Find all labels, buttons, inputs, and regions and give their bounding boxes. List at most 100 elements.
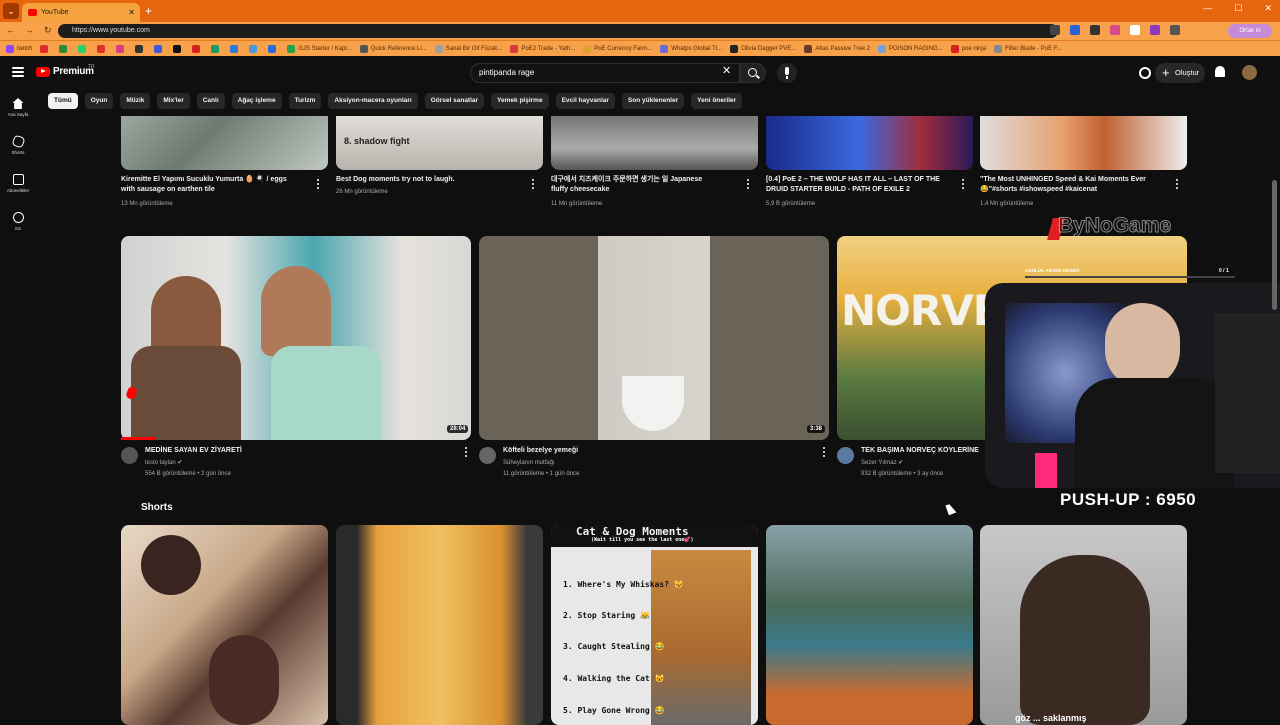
bookmark-item[interactable]: GJS Starter / Kapl... — [287, 44, 352, 53]
puzzle-icon[interactable] — [1170, 25, 1180, 35]
close-window-icon[interactable]: ✕ — [1264, 3, 1272, 14]
minimize-icon[interactable]: — — [1203, 3, 1212, 14]
channel-avatar[interactable] — [837, 447, 854, 464]
forward-icon[interactable]: → — [25, 25, 34, 36]
bookmark-item[interactable] — [211, 44, 222, 53]
bookmark-item[interactable]: POISON RAGING... — [878, 44, 943, 53]
filter-chip[interactable]: Ağaç işleme — [231, 93, 282, 109]
filter-chip[interactable]: Oyun — [84, 93, 114, 109]
channel-avatar[interactable] — [121, 447, 138, 464]
more-options-icon[interactable] — [532, 179, 535, 189]
video-title[interactable]: Kiremitte El Yapımı Sucuklu Yumurta 🥚 🍳 … — [121, 175, 311, 195]
more-options-icon[interactable] — [747, 179, 750, 189]
settings-icon[interactable] — [1139, 67, 1151, 79]
tab-search-button[interactable]: ⌄ — [3, 3, 19, 19]
more-options-icon[interactable] — [823, 447, 826, 457]
bookmark-item[interactable]: PoE Currency Farm... — [583, 44, 652, 53]
bookmark-item[interactable] — [268, 44, 279, 53]
video-thumbnail[interactable] — [479, 236, 829, 440]
video-title[interactable]: Köfteli bezelye yemeği — [503, 446, 803, 456]
video-title[interactable]: Best Dog moments try not to laugh. — [336, 175, 526, 185]
profile-button[interactable]: Ortak m — [1228, 24, 1272, 38]
create-button[interactable]: Oluştur — [1155, 63, 1205, 83]
filter-chip[interactable]: Mix'ler — [157, 93, 190, 109]
more-options-icon[interactable] — [465, 447, 468, 457]
video-title[interactable]: [0.4] PoE 2 – THE WOLF HAS IT ALL – LAST… — [766, 175, 961, 195]
bookmark-item[interactable]: Atlas Passive Tree 2 — [804, 44, 870, 53]
video-title[interactable]: TEK BAŞIMA NORVEÇ KÖYLERİNE — [861, 446, 986, 456]
bookmark-item[interactable] — [97, 44, 108, 53]
bookmark-item[interactable] — [59, 44, 70, 53]
video-thumbnail[interactable] — [121, 116, 328, 170]
more-options-icon[interactable] — [1176, 179, 1179, 189]
address-bar[interactable]: https://www.youtube.com — [58, 24, 1058, 38]
video-title[interactable]: 대구에서 치즈케이크 주문하면 생기는 일 Japanese fluffy che… — [551, 175, 741, 195]
bookmark-item[interactable]: twitch — [6, 44, 32, 53]
tab-close-icon[interactable]: ✕ — [128, 8, 135, 17]
bookmark-item[interactable]: Filter Blade - PoE F... — [994, 44, 1062, 53]
extension-icon[interactable] — [1090, 25, 1100, 35]
short-thumbnail[interactable]: Cat & Dog Moments (Wait till you see the… — [551, 525, 758, 725]
sidebar-item-shorts[interactable]: Shorts — [0, 134, 36, 155]
filter-chip[interactable]: Yemek pişirme — [491, 93, 549, 109]
bookmark-item[interactable] — [78, 44, 89, 53]
browser-tab-youtube[interactable]: YouTube ✕ — [22, 3, 140, 22]
bookmark-item[interactable] — [249, 44, 260, 53]
search-input[interactable]: pintipanda rage — [470, 63, 740, 83]
sidebar-item-subscriptions[interactable]: Abonelikler — [0, 174, 36, 193]
extension-icon[interactable] — [1110, 25, 1120, 35]
menu-icon[interactable] — [12, 67, 24, 77]
page-scrollbar[interactable] — [1272, 180, 1277, 310]
bookmark-item[interactable]: Whatps Global Tr... — [660, 44, 722, 53]
bookmark-item[interactable]: Sanal Bir Gif Füzak... — [434, 44, 502, 53]
filter-chip[interactable]: Evcil hayvanlar — [555, 93, 615, 109]
new-tab-button[interactable]: + — [145, 4, 152, 18]
notifications-icon[interactable] — [1215, 66, 1225, 77]
video-thumbnail[interactable] — [551, 116, 758, 170]
maximize-icon[interactable]: ☐ — [1234, 3, 1242, 14]
more-options-icon[interactable] — [317, 179, 320, 189]
filter-chip[interactable]: Görsel sanatlar — [424, 93, 485, 109]
short-thumbnail[interactable] — [336, 525, 543, 725]
short-thumbnail[interactable] — [121, 525, 328, 725]
video-thumbnail[interactable]: 8. shadow fight — [336, 116, 543, 170]
bookmark-item[interactable] — [173, 44, 184, 53]
filter-chip[interactable]: Turizm — [288, 93, 322, 109]
filter-chip[interactable]: Aksiyon-macera oyunları — [328, 93, 418, 109]
search-icon[interactable] — [740, 63, 766, 83]
youtube-logo[interactable]: Premium — [36, 66, 94, 77]
filter-chip[interactable]: Müzik — [120, 93, 151, 109]
filter-chip[interactable]: Tümü — [48, 93, 78, 109]
channel-name[interactable]: Süheylanın mutfağı — [503, 458, 555, 468]
channel-avatar[interactable] — [479, 447, 496, 464]
channel-name[interactable]: testo taylan ✔ — [145, 458, 182, 468]
bookmark-item[interactable] — [135, 44, 146, 53]
bookmark-item[interactable]: Quick Reference Li... — [359, 44, 427, 53]
microphone-icon[interactable] — [777, 63, 797, 83]
bookmark-item[interactable] — [154, 44, 165, 53]
video-thumbnail[interactable] — [121, 236, 471, 440]
video-title[interactable]: "The Most UNHINGED Speed & Kai Moments E… — [980, 175, 1175, 195]
sidebar-item-home[interactable]: Ana Sayfa — [0, 98, 36, 117]
extension-icon[interactable] — [1130, 25, 1140, 35]
bookmark-item[interactable] — [192, 44, 203, 53]
more-options-icon[interactable] — [962, 179, 965, 189]
video-thumbnail[interactable] — [980, 116, 1187, 170]
bookmark-item[interactable] — [116, 44, 127, 53]
short-thumbnail[interactable]: göz ... saklanmış — [980, 525, 1187, 725]
bookmark-item[interactable]: Olivia Dagger PVE... — [730, 44, 796, 53]
channel-name[interactable]: Sezer Yılmaz ✔ — [861, 458, 903, 468]
bookmark-item[interactable]: poe ninja — [950, 44, 986, 53]
reload-icon[interactable]: ↻ — [44, 25, 52, 36]
bookmark-star-icon[interactable] — [1070, 25, 1080, 35]
bookmark-item[interactable] — [40, 44, 51, 53]
bookmark-item[interactable] — [230, 44, 241, 53]
filter-chip[interactable]: Canlı — [196, 93, 225, 109]
short-thumbnail[interactable] — [766, 525, 973, 725]
avatar[interactable] — [1242, 65, 1257, 80]
video-thumbnail[interactable] — [766, 116, 973, 170]
filter-chip[interactable]: Son yüklenenler — [621, 93, 685, 109]
extension-icon[interactable] — [1150, 25, 1160, 35]
back-icon[interactable]: ← — [6, 25, 15, 36]
clear-search-icon[interactable]: ✕ — [722, 66, 731, 77]
